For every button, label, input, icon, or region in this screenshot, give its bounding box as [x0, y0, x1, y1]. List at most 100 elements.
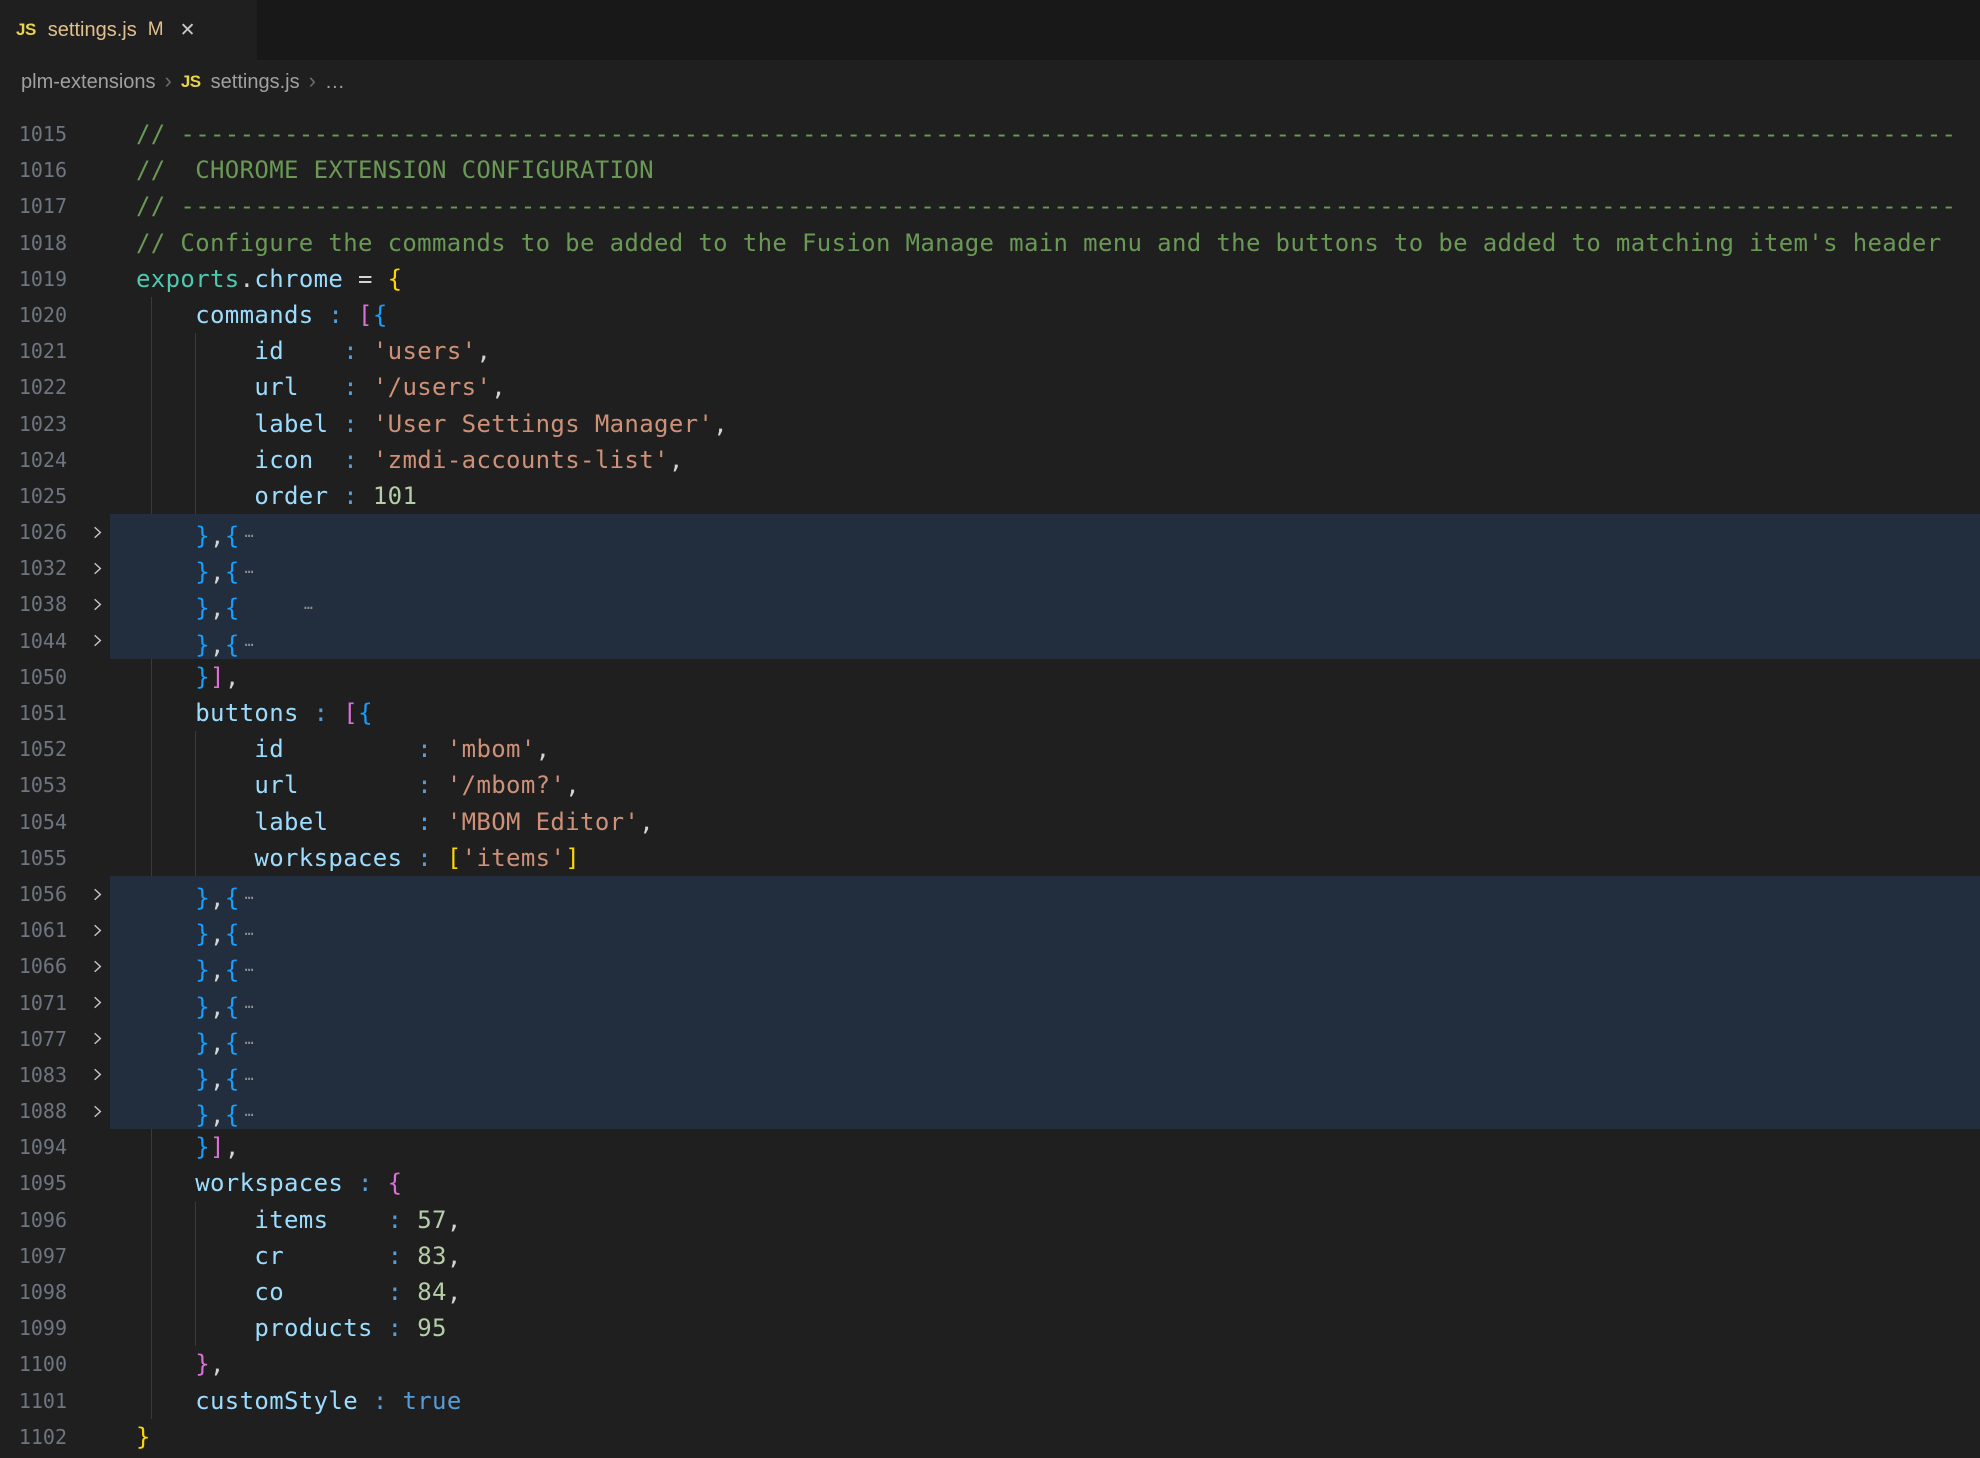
fold-chevron-icon[interactable]	[87, 884, 107, 904]
folded-code-ellipsis[interactable]: …	[245, 921, 256, 939]
fold-chevron-icon[interactable]	[87, 1101, 107, 1121]
code-area: 1015// ---------------------------------…	[0, 116, 1980, 1455]
code-token: :	[343, 373, 358, 401]
folded-code-ellipsis[interactable]: …	[245, 632, 256, 650]
code-token: // Configure the commands to be added to…	[136, 229, 1942, 257]
code-token	[136, 558, 195, 586]
code-line: 1102}	[0, 1419, 1980, 1455]
fold-chevron-icon[interactable]	[87, 956, 107, 976]
line-number: 1015	[0, 116, 110, 152]
folded-code-ellipsis[interactable]: …	[304, 595, 315, 613]
code-line: 1094 }],	[0, 1129, 1980, 1165]
code-token: :	[388, 1242, 403, 1270]
code-text: commands : [{	[110, 297, 1980, 333]
fold-chevron-icon[interactable]	[87, 558, 107, 578]
breadcrumb-file[interactable]: settings.js	[211, 71, 300, 94]
code-line: 1096 items : 57,	[0, 1202, 1980, 1238]
code-token	[358, 373, 373, 401]
code-line: 1071 },{…	[0, 985, 1980, 1021]
code-token: {	[225, 1029, 240, 1057]
line-number: 1024	[0, 442, 110, 478]
breadcrumb-folder[interactable]: plm-extensions	[21, 71, 156, 94]
fold-chevron-icon[interactable]	[87, 595, 107, 615]
code-token: }	[195, 1350, 210, 1378]
folded-code-ellipsis[interactable]: …	[245, 559, 256, 577]
code-text: },{…	[110, 623, 1980, 659]
code-token: '/mbom?'	[447, 771, 565, 799]
code-token: }	[195, 920, 210, 948]
code-token: .	[240, 265, 255, 293]
code-text: // Configure the commands to be added to…	[110, 225, 1980, 261]
fold-chevron-icon[interactable]	[87, 522, 107, 542]
folded-code-ellipsis[interactable]: …	[245, 1030, 256, 1048]
code-text: items : 57,	[110, 1202, 1980, 1238]
code-token: ,	[669, 446, 684, 474]
line-number: 1038	[0, 586, 110, 622]
code-token	[358, 410, 373, 438]
breadcrumb-symbol[interactable]: …	[325, 71, 345, 94]
code-text: }],	[110, 659, 1980, 695]
folded-code-ellipsis[interactable]: …	[245, 1066, 256, 1084]
code-line: 1032 },{…	[0, 550, 1980, 586]
code-editor[interactable]: 1015// ---------------------------------…	[0, 104, 1980, 1455]
code-token: ,	[565, 771, 580, 799]
breadcrumb: plm-extensions › JS settings.js › …	[0, 60, 1980, 104]
code-token	[402, 1242, 417, 1270]
line-number: 1098	[0, 1274, 110, 1310]
code-token: }	[195, 594, 210, 622]
line-number: 1055	[0, 840, 110, 876]
line-number: 1088	[0, 1093, 110, 1129]
line-number: 1061	[0, 912, 110, 948]
close-icon[interactable]: ✕	[180, 19, 196, 42]
folded-code-ellipsis[interactable]: …	[245, 523, 256, 541]
fold-chevron-icon[interactable]	[87, 631, 107, 651]
line-number: 1054	[0, 804, 110, 840]
folded-code-ellipsis[interactable]: …	[245, 957, 256, 975]
code-token	[136, 1387, 195, 1415]
code-token: }	[195, 1029, 210, 1057]
fold-chevron-icon[interactable]	[87, 1029, 107, 1049]
line-number: 1032	[0, 550, 110, 586]
code-token	[136, 993, 195, 1021]
folded-code-ellipsis[interactable]: …	[245, 1102, 256, 1120]
fold-chevron-icon[interactable]	[87, 920, 107, 940]
code-text: buttons : [{	[110, 695, 1980, 731]
code-token: :	[417, 771, 432, 799]
code-token: :	[417, 735, 432, 763]
code-token: customStyle	[195, 1387, 358, 1415]
code-token: ,	[476, 337, 491, 365]
line-number: 1021	[0, 333, 110, 369]
code-token: ,	[210, 1101, 225, 1129]
code-token	[314, 446, 344, 474]
code-text: products : 95	[110, 1310, 1980, 1346]
code-token: ,	[225, 1133, 240, 1161]
tab-settings-js[interactable]: JS settings.js M ✕	[0, 0, 258, 60]
folded-code-ellipsis[interactable]: …	[245, 885, 256, 903]
code-token: ,	[210, 631, 225, 659]
code-token: :	[343, 446, 358, 474]
code-line: 1099 products : 95	[0, 1310, 1980, 1346]
code-token: {	[225, 956, 240, 984]
code-token	[432, 735, 447, 763]
code-token	[328, 482, 343, 510]
code-token: ,	[210, 1029, 225, 1057]
code-token: order	[254, 482, 328, 510]
code-token	[136, 301, 195, 329]
code-token	[240, 594, 299, 622]
folded-code-ellipsis[interactable]: …	[245, 994, 256, 1012]
code-token: workspaces	[254, 844, 402, 872]
code-token: chrome	[254, 265, 343, 293]
code-token: }	[195, 663, 210, 691]
fold-chevron-icon[interactable]	[87, 1065, 107, 1085]
fold-chevron-icon[interactable]	[87, 993, 107, 1013]
code-token: commands	[195, 301, 313, 329]
line-number: 1020	[0, 297, 110, 333]
code-token: :	[388, 1278, 403, 1306]
line-number: 1096	[0, 1202, 110, 1238]
code-token: :	[328, 301, 343, 329]
code-line: 1100 },	[0, 1346, 1980, 1382]
code-token: :	[343, 482, 358, 510]
code-token: {	[225, 993, 240, 1021]
code-token: true	[402, 1387, 461, 1415]
code-text: workspaces : ['items']	[110, 840, 1980, 876]
